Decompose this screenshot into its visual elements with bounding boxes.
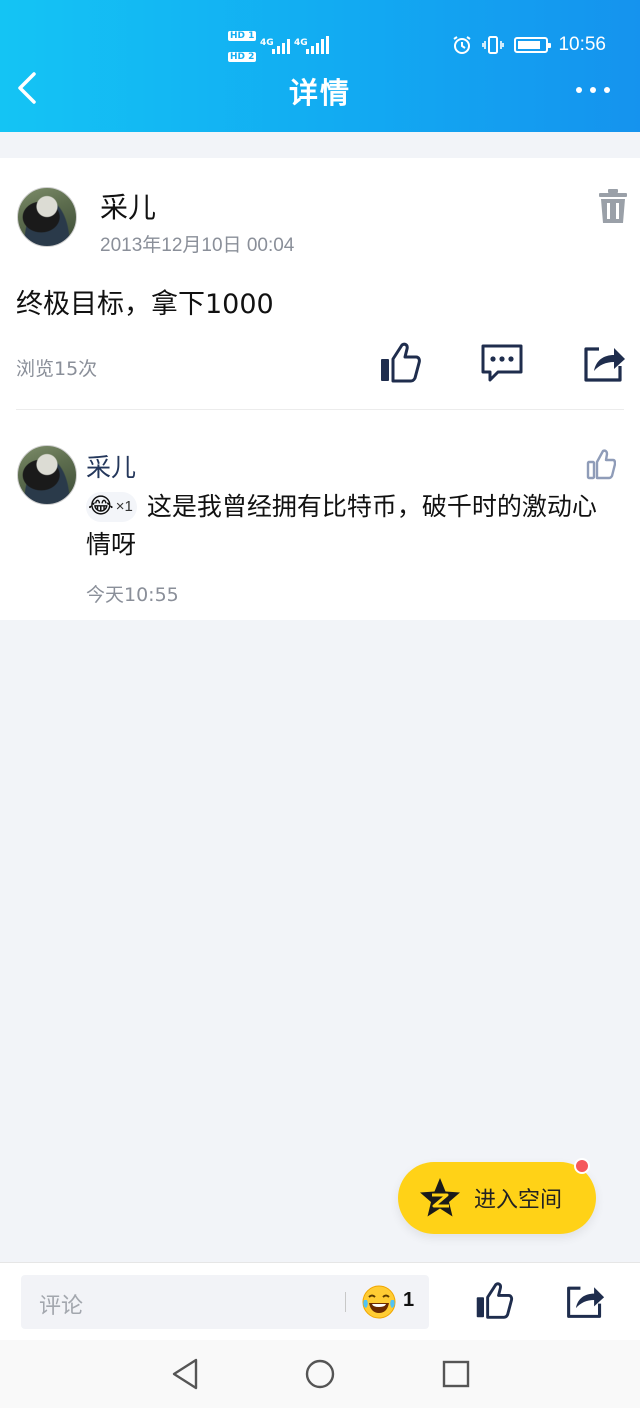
comment-icon: [481, 344, 523, 382]
share-icon: [584, 347, 625, 382]
like-button[interactable]: [378, 340, 422, 384]
comment-placeholder: 评论: [39, 1294, 84, 1319]
share-icon: [567, 1286, 605, 1318]
like-icon: [381, 342, 421, 383]
comment-avatar[interactable]: [17, 445, 77, 505]
share-button[interactable]: [582, 340, 626, 384]
post-timestamp: 2013年12月10日 00:04: [100, 235, 295, 256]
comment-text-block: 😂 ×1 这是我曾经拥有比特币，破千时的激动心情呀: [86, 488, 616, 564]
delete-button[interactable]: [598, 188, 628, 224]
enter-space-button[interactable]: 进入空间: [398, 1158, 596, 1234]
laugh-emoji-icon: 😂: [88, 494, 114, 519]
comment-like-button[interactable]: [586, 448, 617, 480]
like-icon: [476, 1282, 514, 1319]
status-time: 10:56: [558, 34, 606, 55]
sim2-badge: HD 2: [228, 52, 257, 62]
nav-back-button[interactable]: [168, 1356, 204, 1392]
laugh-emoji-icon[interactable]: [361, 1284, 397, 1320]
app-header: HD 1 HD 2 4G 4G 10:56 详情: [0, 0, 640, 132]
bottom-reaction-count: 1: [403, 1289, 415, 1311]
reaction-count: ×1: [115, 498, 133, 515]
comment-text: 这是我曾经拥有比特币，破千时的激动心情呀: [86, 492, 597, 559]
qzone-star-icon: [420, 1178, 460, 1217]
comment-bar: 评论 1: [0, 1262, 640, 1340]
more-dots-icon: [576, 87, 582, 93]
divider: [16, 409, 624, 410]
battery-icon: [514, 37, 552, 53]
more-dot: [604, 87, 610, 93]
nav-home-button[interactable]: [302, 1356, 338, 1392]
alarm-icon: [453, 36, 472, 54]
nav-home-icon: [305, 1359, 335, 1389]
reaction-chip[interactable]: 😂 ×1: [86, 492, 137, 522]
comment-button[interactable]: [480, 340, 524, 384]
comment-time: 今天10:55: [86, 584, 179, 606]
bottom-share-button[interactable]: [565, 1280, 609, 1324]
nav-recents-button[interactable]: [438, 1356, 474, 1392]
input-separator: [345, 1292, 346, 1312]
nav-back-icon: [172, 1358, 198, 1390]
comment-author-name[interactable]: 采儿: [86, 448, 136, 484]
comment-input[interactable]: 评论 1: [21, 1275, 429, 1329]
like-outline-icon: [586, 449, 617, 480]
more-button[interactable]: [576, 80, 616, 100]
status-right-group: 10:56: [452, 34, 606, 56]
notification-badge: [574, 1158, 590, 1174]
enter-space-label: 进入空间: [474, 1188, 563, 1213]
sim1-badge: HD 1: [228, 31, 257, 41]
post-card: 采儿 2013年12月10日 00:04 终极目标，拿下1000 浏览15次 采…: [0, 158, 640, 620]
signal-icon: [272, 36, 290, 54]
trash-icon: [599, 189, 627, 223]
nav-recents-icon: [442, 1360, 470, 1388]
bottom-like-button[interactable]: [474, 1280, 518, 1324]
system-nav-bar: [0, 1340, 640, 1408]
vibrate-icon: [482, 36, 505, 54]
post-author-name[interactable]: 采儿: [100, 186, 156, 226]
view-count: 浏览15次: [16, 358, 98, 380]
status-bar: HD 1 HD 2 4G 4G 10:56: [0, 0, 640, 64]
signal-icon-2: [306, 36, 329, 54]
more-dot: [590, 87, 596, 93]
post-avatar[interactable]: [17, 187, 77, 247]
post-content: 终极目标，拿下1000: [16, 289, 274, 320]
page-title: 详情: [288, 76, 351, 110]
